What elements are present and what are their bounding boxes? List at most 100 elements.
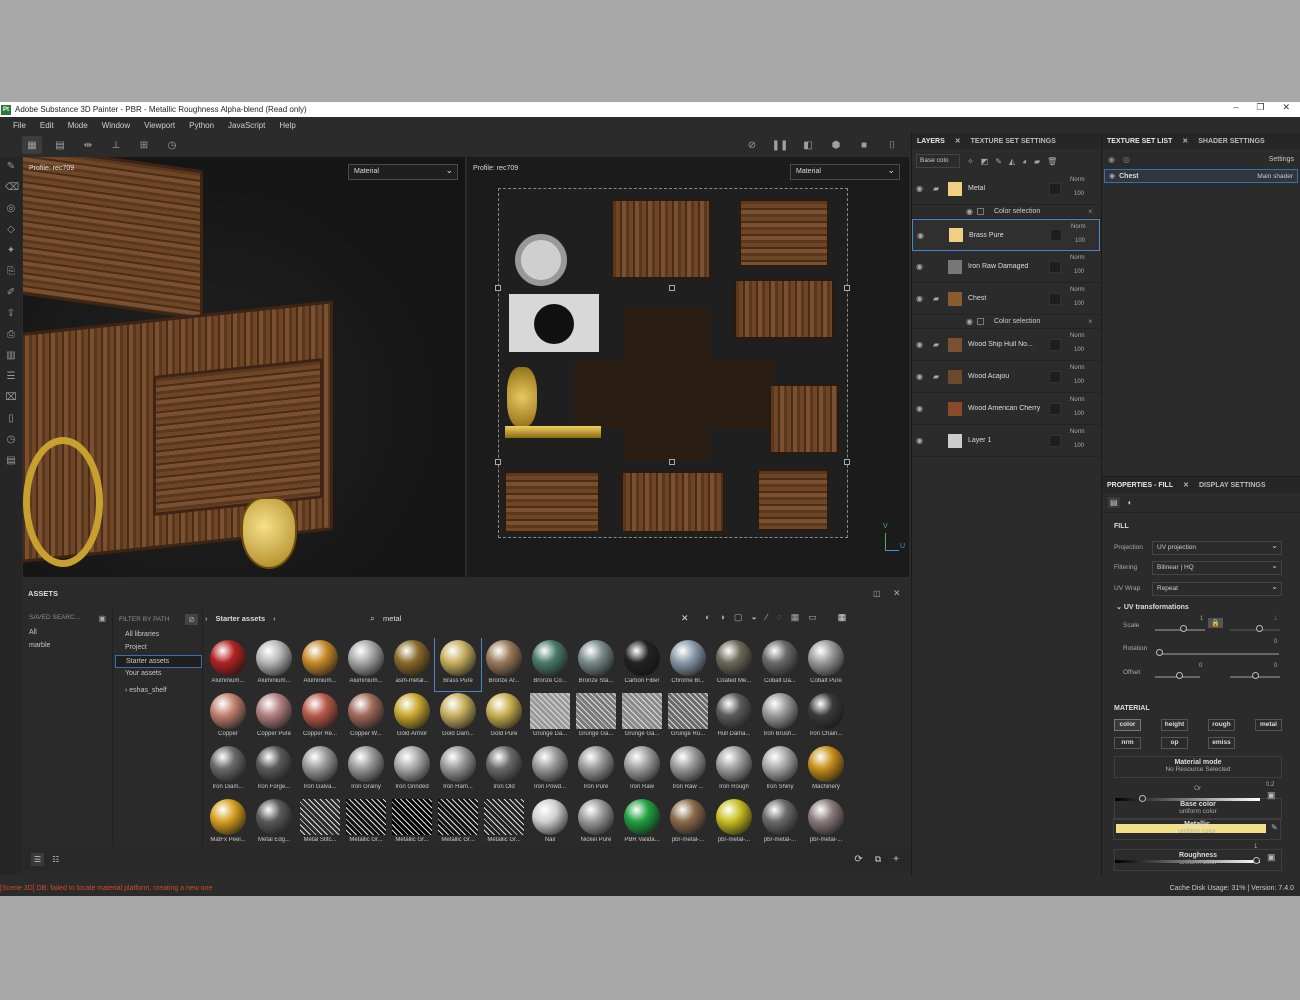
asset-thumbnail[interactable]: Grunge Ga...: [573, 691, 619, 744]
offset-v-slider-knob[interactable]: [1252, 672, 1259, 679]
menu-file[interactable]: File: [6, 121, 33, 130]
document-icon[interactable]: ▯: [5, 413, 17, 425]
asset-thumbnail[interactable]: Metal Stitc...: [297, 797, 343, 850]
channel-op-button[interactable]: op: [1161, 737, 1188, 749]
menu-help[interactable]: Help: [272, 121, 302, 130]
asset-thumbnail[interactable]: Copper Re...: [297, 691, 343, 744]
layer-opacity[interactable]: 100: [1074, 443, 1084, 449]
add-smart-material-icon[interactable]: ◕: [1022, 157, 1027, 166]
layer-row[interactable]: ◉ ▰ Metal Norm 100: [912, 173, 1100, 205]
lock-toggle-icon[interactable]: ◎: [1123, 155, 1130, 164]
fill-properties-icon[interactable]: ▤: [1108, 497, 1120, 508]
projection-select[interactable]: UV projection: [1152, 541, 1282, 555]
shelf-item[interactable]: › eshas_shelf: [115, 685, 202, 698]
eye-icon[interactable]: ◉: [966, 317, 973, 326]
saved-search-marble[interactable]: marble: [23, 640, 112, 653]
close-assets-icon[interactable]: ✕: [893, 588, 901, 599]
layer-opacity[interactable]: 100: [1074, 269, 1084, 275]
undock-icon[interactable]: ◫: [873, 589, 881, 598]
layer-effect-row[interactable]: ◉ Color selection ×: [912, 315, 1100, 329]
eye-icon[interactable]: ◉: [916, 262, 930, 271]
maximize-button[interactable]: ❐: [1256, 102, 1264, 113]
asset-thumbnail[interactable]: Copper: [205, 691, 251, 744]
asset-thumbnail[interactable]: Nickel Pure: [573, 797, 619, 850]
layer-blend-mode[interactable]: Norm: [1071, 224, 1086, 230]
rotation-slider[interactable]: [1159, 653, 1279, 655]
menu-mode[interactable]: Mode: [61, 121, 95, 130]
layer-blend-mode[interactable]: Norm: [1070, 255, 1085, 261]
material-mode-box[interactable]: Material mode No Resource Selected: [1114, 756, 1282, 778]
smart-material-filter-icon[interactable]: ◑: [719, 612, 724, 623]
asset-thumbnail[interactable]: Aluminium...: [251, 638, 297, 691]
eye-icon[interactable]: ◉: [966, 207, 973, 216]
asset-thumbnail[interactable]: Bronze Ar...: [481, 638, 527, 691]
detail-view-icon[interactable]: ☷: [52, 855, 59, 864]
channel-height-button[interactable]: height: [1161, 719, 1188, 731]
fit-view-icon[interactable]: ⊞: [134, 136, 154, 154]
asset-thumbnail[interactable]: Iron Diam...: [205, 744, 251, 797]
channel-metal-button[interactable]: metal: [1255, 719, 1282, 731]
library-your-assets[interactable]: Your assets: [115, 668, 202, 681]
layer-row[interactable]: ◉ Brass Pure Norm 100: [912, 219, 1100, 251]
metallic-map-icon[interactable]: ▣: [1267, 852, 1276, 863]
mask-filter-icon[interactable]: ◒: [751, 612, 756, 623]
filter-toggle-icon[interactable]: ⊘: [185, 614, 198, 625]
remove-effect-icon[interactable]: ×: [1088, 317, 1093, 326]
asset-thumbnail[interactable]: Chrome Bl...: [665, 638, 711, 691]
asset-thumbnail[interactable]: Iron Shiny: [757, 744, 803, 797]
layer-blend-mode[interactable]: Norm: [1070, 397, 1085, 403]
asset-thumbnail[interactable]: Gold Dam...: [435, 691, 481, 744]
close-layers-icon[interactable]: ✕: [950, 137, 966, 145]
asset-thumbnail[interactable]: pbr-metal-...: [803, 797, 849, 850]
breadcrumb-next-icon[interactable]: ›: [273, 614, 276, 623]
eye-icon[interactable]: ◉: [916, 340, 930, 349]
eye-icon[interactable]: ◉: [917, 231, 931, 240]
search-input[interactable]: metal: [383, 614, 673, 623]
asset-thumbnail[interactable]: Cobalt Da...: [757, 638, 803, 691]
layer-row[interactable]: ◉ Wood American Cherry Norm 100: [912, 393, 1100, 425]
add-effect-icon[interactable]: ✧: [967, 157, 974, 166]
asset-thumbnail[interactable]: Iron Grainy: [343, 744, 389, 797]
export-icon[interactable]: ⇪: [5, 308, 17, 320]
layer-row[interactable]: ◉ ▰ Wood Acajou Norm 100: [912, 361, 1100, 393]
close-texture-set-icon[interactable]: ✕: [1177, 137, 1193, 145]
roughness-slider-knob[interactable]: [1139, 795, 1146, 802]
clock-icon[interactable]: ◷: [5, 434, 17, 446]
paint-brush-icon[interactable]: ✎: [5, 161, 17, 173]
asset-thumbnail[interactable]: Iron Galva...: [297, 744, 343, 797]
breadcrumb-starter-assets[interactable]: Starter assets: [216, 614, 266, 623]
rotation-slider-knob[interactable]: [1156, 649, 1163, 656]
menu-javascript[interactable]: JavaScript: [221, 121, 272, 130]
brush-filter-icon[interactable]: ⁄: [766, 612, 768, 623]
tile-view-icon[interactable]: ▤: [50, 136, 70, 154]
asset-thumbnail[interactable]: Hull Dama...: [711, 691, 757, 744]
layer-opacity[interactable]: 100: [1074, 191, 1084, 197]
layer-row[interactable]: ◉ ▰ Chest Norm 100: [912, 283, 1100, 315]
asset-thumbnail[interactable]: Aluminium...: [297, 638, 343, 691]
asset-thumbnail[interactable]: Bronze Sta...: [573, 638, 619, 691]
new-window-icon[interactable]: ⧉: [875, 854, 881, 865]
asset-thumbnail[interactable]: Iron Old: [481, 744, 527, 797]
asset-thumbnail[interactable]: Gold Armor: [389, 691, 435, 744]
layer-opacity[interactable]: 100: [1074, 301, 1084, 307]
effect-checkbox[interactable]: [976, 318, 984, 325]
asset-thumbnail[interactable]: Iron Grinded: [389, 744, 435, 797]
viewport-mode-select[interactable]: Material: [348, 164, 458, 180]
asset-thumbnail[interactable]: pbr-metal-...: [665, 797, 711, 850]
asset-thumbnail[interactable]: Brass Pure: [434, 638, 482, 692]
tab-layers[interactable]: LAYERS: [912, 138, 950, 145]
menu-python[interactable]: Python: [182, 121, 221, 130]
layer-blend-mode[interactable]: Norm: [1070, 429, 1085, 435]
layer-opacity[interactable]: 100: [1074, 379, 1084, 385]
layer-row[interactable]: ◉ ▰ Wood Ship Hull No... Norm 100: [912, 329, 1100, 361]
viewport-2d[interactable]: Profile: rec709 Material V U: [467, 157, 909, 577]
log-icon[interactable]: ⌧: [5, 392, 17, 404]
asset-thumbnail[interactable]: PBR Valida...: [619, 797, 665, 850]
layer-blend-mode[interactable]: Norm: [1070, 333, 1085, 339]
layer-opacity[interactable]: 100: [1074, 411, 1084, 417]
clone-icon[interactable]: ⎘: [5, 266, 17, 278]
tab-texture-set-settings[interactable]: TEXTURE SET SETTINGS: [966, 138, 1061, 145]
channel-color-button[interactable]: color: [1114, 719, 1141, 731]
metallic-slider[interactable]: [1115, 860, 1260, 863]
texture-filter-icon[interactable]: ▢: [734, 612, 743, 623]
